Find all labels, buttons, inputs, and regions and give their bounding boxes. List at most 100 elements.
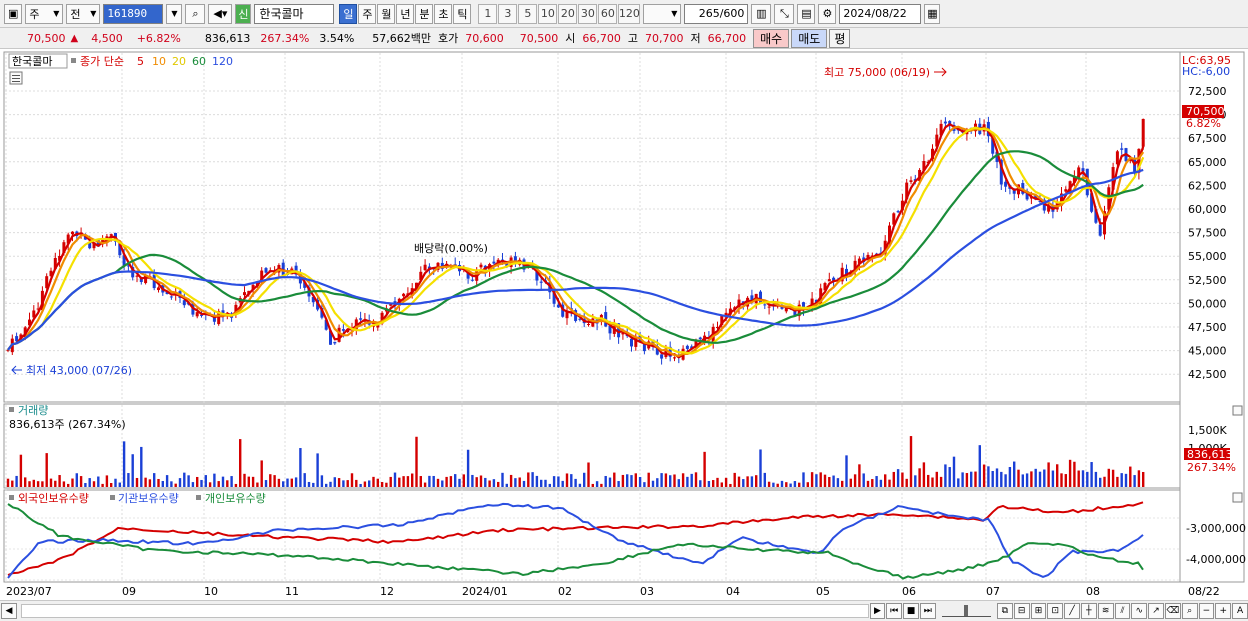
volume-bar [978, 445, 981, 487]
font-size-icon[interactable]: A [1232, 603, 1248, 619]
candle-body [909, 180, 913, 182]
interval-30[interactable]: 30 [578, 3, 598, 24]
draw-tools-icon[interactable]: ⤡ [774, 3, 795, 24]
volume-panel[interactable] [3, 403, 1181, 489]
stop-icon[interactable]: ■ [903, 603, 919, 619]
period-year[interactable]: 년 [396, 3, 415, 24]
layout-icon[interactable]: ▣ [4, 3, 23, 24]
price-tick-label: 55,000 [1188, 250, 1227, 263]
holding-panel-close-icon[interactable] [1232, 492, 1243, 503]
x-axis-label: 09 [122, 585, 136, 598]
play-forward-icon[interactable]: ⏭ [919, 603, 936, 619]
volume-bar [965, 473, 969, 487]
volume-bar [479, 475, 483, 487]
volume-bar [385, 482, 388, 487]
market-select[interactable]: 전 ▼ [66, 3, 101, 24]
search-icon[interactable]: ⌕ [185, 3, 206, 24]
volume-bar [669, 475, 672, 487]
speaker-icon[interactable]: ◀▾ [208, 3, 233, 24]
interval-10[interactable]: 10 [538, 3, 558, 24]
legend-individual: 개인보유수량 [205, 492, 266, 505]
buy-button[interactable]: 매수 [753, 28, 790, 48]
interval-3[interactable]: 3 [498, 3, 518, 24]
x-axis-label: 12 [380, 585, 394, 598]
volume-bar [273, 475, 276, 487]
volume-bar [879, 479, 883, 487]
scroll-right-icon[interactable]: ▶ [869, 603, 886, 619]
wave-icon[interactable]: ∿ [1131, 603, 1148, 619]
volume-bar [101, 483, 104, 487]
volume-bar [97, 476, 100, 487]
sell-button[interactable]: 매도 [791, 28, 828, 48]
play-back-icon[interactable]: ⏮ [886, 603, 903, 619]
period-day[interactable]: 일 [339, 3, 358, 24]
zoom-slider[interactable] [941, 605, 991, 617]
interval-5[interactable]: 5 [518, 3, 538, 24]
period-week[interactable]: 주 [358, 3, 377, 24]
scroll-left-icon[interactable]: ◀ [1, 603, 17, 619]
volume-panel-close-icon[interactable] [1232, 405, 1243, 416]
date-field[interactable]: 2024/08/22 [839, 3, 922, 24]
volume-bar [58, 475, 61, 487]
type-select[interactable]: 주 ▼ [25, 3, 64, 24]
arrow-tool-icon[interactable]: ↗ [1148, 603, 1164, 619]
interval-120[interactable]: 120 [618, 3, 641, 24]
price-tick-label: 42,500 [1188, 368, 1227, 381]
zoom-slider-handle[interactable] [963, 605, 968, 616]
custom-interval-select[interactable]: ▼ [643, 3, 682, 24]
x-axis-label: 11 [285, 585, 299, 598]
volume-bar [1017, 469, 1020, 487]
volume-bar [982, 464, 986, 487]
price-panel[interactable] [3, 51, 1181, 403]
minus-icon[interactable]: − [1198, 603, 1215, 619]
period-month[interactable]: 월 [377, 3, 396, 24]
layout-grid-icon[interactable]: ⊞ [1030, 603, 1047, 619]
cross-line-icon[interactable]: ┼ [1080, 603, 1097, 619]
period-second[interactable]: 초 [434, 3, 453, 24]
high-label: 고 [627, 32, 639, 45]
volume-bar [428, 475, 431, 487]
chart-area[interactable]: 한국콜마 종가 단순 5 10 20 60 120 최고 75,000 (06/… [0, 50, 1248, 600]
period-tick[interactable]: 틱 [453, 3, 472, 24]
volume-bar [484, 477, 487, 487]
dividend-note: 배당락(0.00%) [414, 242, 488, 255]
candle-body [423, 264, 427, 271]
ma-legend-10: 10 [152, 55, 166, 68]
horizontal-scrollbar[interactable] [20, 604, 869, 618]
channel-icon[interactable]: ⫽ [1114, 603, 1131, 619]
avg-button[interactable]: 평 [829, 28, 851, 48]
volume-bar [221, 476, 225, 487]
holding-panel[interactable] [3, 489, 1181, 583]
zoom-icon[interactable]: ⌕ [1181, 603, 1198, 619]
eraser-icon[interactable]: ⌫ [1164, 603, 1181, 619]
volume-bar [643, 482, 646, 487]
code-input[interactable]: 161890 [103, 3, 164, 24]
volume-bar [234, 483, 238, 487]
window-icon[interactable]: ⊡ [1047, 603, 1064, 619]
volume-bar [677, 479, 680, 487]
holding-marker-icon [9, 495, 14, 500]
volume-bar [759, 449, 762, 487]
ma-legend-label: 종가 단순 [80, 55, 124, 68]
code-dropdown-button[interactable]: ▼ [166, 3, 183, 24]
volume-bar [350, 473, 354, 487]
candle-body [264, 268, 268, 273]
interval-20[interactable]: 20 [558, 3, 578, 24]
period-minute[interactable]: 분 [415, 3, 434, 24]
trend-line-icon[interactable]: ╱ [1064, 603, 1080, 619]
interval-1[interactable]: 1 [478, 3, 498, 24]
count-field[interactable]: 265/600 [684, 3, 749, 24]
volume-marker-icon [9, 407, 14, 412]
copy-icon[interactable]: ⧉ [996, 603, 1013, 619]
stock-name-field[interactable]: 한국콜마 [254, 3, 335, 24]
volume-bar [509, 474, 513, 487]
gear-icon[interactable]: ⚙ [818, 3, 837, 24]
save-icon[interactable]: ▤ [797, 3, 816, 24]
volume-bar [174, 483, 177, 487]
interval-60[interactable]: 60 [598, 3, 618, 24]
calendar-icon[interactable]: ▦ [924, 3, 941, 24]
plus-icon[interactable]: + [1215, 603, 1232, 619]
chart-tools-icon[interactable]: ▥ [751, 3, 772, 24]
split-icon[interactable]: ⊟ [1013, 603, 1030, 619]
fib-icon[interactable]: ≋ [1097, 603, 1114, 619]
